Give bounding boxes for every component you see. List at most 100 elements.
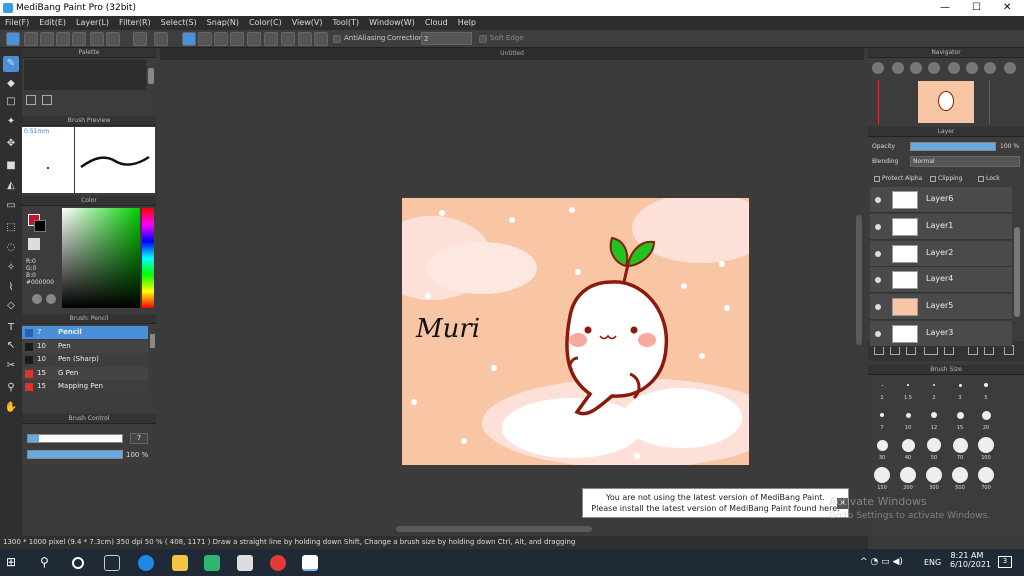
delete-color-icon[interactable] [42, 95, 52, 105]
curve-snap-icon[interactable] [281, 32, 295, 46]
brush-size-option[interactable] [927, 438, 941, 452]
transparent-swatch[interactable] [28, 238, 40, 250]
eraser-tool-icon[interactable]: ◆ [3, 76, 19, 92]
bucket-tool-icon[interactable]: ◭ [3, 178, 19, 194]
rotate-left-icon[interactable] [948, 62, 960, 74]
search-icon[interactable]: ⚲ [40, 555, 56, 571]
list-icon[interactable] [90, 32, 104, 46]
canvas-hscrollbar[interactable] [396, 526, 592, 532]
blending-select[interactable]: Normal [910, 156, 1020, 167]
zoom-reset-icon[interactable] [928, 62, 940, 74]
canvas-tab[interactable]: Untitled [160, 48, 864, 60]
maximize-button[interactable]: ☐ [972, 2, 981, 13]
language-indicator[interactable]: ENG [924, 558, 941, 567]
brush-size-option[interactable] [926, 467, 942, 483]
brush-size-option[interactable] [901, 438, 915, 452]
artwork-canvas[interactable]: Muri [402, 198, 749, 465]
radial-snap-icon[interactable] [247, 32, 261, 46]
layer-visibility-icon[interactable] [875, 197, 881, 203]
brush-size-option[interactable] [900, 467, 916, 483]
menu-filter[interactable]: Filter(R) [114, 16, 156, 30]
canvas-vscrollbar[interactable] [856, 215, 862, 345]
brush-size-option[interactable] [933, 384, 935, 386]
brush-list-item[interactable]: 7 Pencil [22, 326, 148, 339]
brush-list-scrollbar[interactable] [150, 334, 155, 348]
layer-row[interactable]: Layer4 [870, 267, 1012, 294]
brush-size-option[interactable] [981, 410, 991, 420]
zoom-out-icon[interactable] [892, 62, 904, 74]
grid-snap-icon[interactable] [214, 32, 228, 46]
saturation-value-picker[interactable] [62, 208, 140, 308]
export-icon[interactable] [106, 32, 120, 46]
layer-opacity-slider[interactable] [910, 142, 996, 151]
brush-size-option[interactable] [956, 411, 964, 419]
layer-row[interactable]: Layer2 [870, 240, 1012, 267]
rect-tool-icon[interactable]: □ [3, 94, 19, 110]
brush-size-option[interactable] [876, 439, 888, 451]
app-a-icon[interactable] [204, 555, 220, 571]
brush-list-item[interactable]: 10 Pen [22, 339, 148, 353]
magic-wand-tool-icon[interactable]: ✧ [3, 260, 19, 276]
color-history-icon[interactable] [46, 294, 56, 304]
zoom-in-icon[interactable] [872, 62, 884, 74]
layer-row[interactable]: Layer3 [870, 321, 1012, 347]
menu-cloud[interactable]: Cloud [420, 16, 453, 30]
circle-snap-icon[interactable] [264, 32, 278, 46]
palette-swatches[interactable] [24, 60, 146, 90]
brush-size-value[interactable]: 7 [130, 433, 148, 444]
store-icon[interactable] [237, 555, 253, 571]
undo-icon[interactable] [133, 32, 147, 46]
layer-row[interactable]: Layer6 [870, 187, 1012, 213]
snap-off-icon[interactable] [182, 32, 196, 46]
brush-size-option[interactable] [931, 412, 937, 418]
brush-size-slider[interactable] [27, 434, 123, 443]
brush-size-option[interactable] [978, 467, 994, 483]
clock[interactable]: 8:21 AM 6/10/2021 [950, 551, 991, 569]
cortana-icon[interactable] [72, 557, 84, 569]
hand-tool-icon[interactable]: ✋ [3, 400, 19, 416]
notification-icon[interactable]: 3 [998, 556, 1012, 568]
brush-size-option[interactable] [874, 467, 890, 483]
layer-row[interactable]: Layer1 [870, 213, 1012, 240]
brush-size-option[interactable] [978, 437, 994, 453]
palette-scrollbar[interactable] [148, 68, 154, 84]
menu-help[interactable]: Help [453, 16, 481, 30]
layer-visibility-icon[interactable] [875, 304, 881, 311]
menu-select[interactable]: Select(S) [156, 16, 202, 30]
text-tool-icon[interactable]: T [3, 320, 19, 336]
layout-icon[interactable] [56, 32, 70, 46]
minimize-button[interactable]: — [940, 2, 950, 13]
menu-file[interactable]: File(F) [0, 16, 34, 30]
clipping-checkbox[interactable] [930, 176, 936, 182]
navigator-thumbnail[interactable] [918, 81, 974, 123]
close-button[interactable]: ✕ [1003, 2, 1011, 13]
task-view-icon[interactable] [104, 555, 120, 571]
brush-size-option[interactable] [952, 437, 968, 453]
edge-icon[interactable] [138, 555, 154, 571]
brush-tool-icon[interactable]: ✎ [3, 56, 19, 72]
rotate-reset-icon[interactable] [984, 62, 996, 74]
update-notice[interactable]: You are not using the latest version of … [582, 488, 849, 518]
layer-visibility-icon[interactable] [875, 331, 881, 337]
select-pen-tool-icon[interactable]: ⌇ [3, 280, 19, 296]
menu-edit[interactable]: Edit(E) [34, 16, 71, 30]
select-tool-icon[interactable]: ⬚ [3, 220, 19, 236]
gradient-tool-icon[interactable]: ▭ [3, 198, 19, 214]
menu-layer[interactable]: Layer(L) [71, 16, 114, 30]
brush-list-item[interactable]: 15 G Pen [22, 366, 148, 380]
brush-size-option[interactable] [907, 384, 909, 386]
secondary-color-swatch[interactable] [34, 220, 46, 232]
layer-visibility-icon[interactable] [875, 223, 881, 230]
lasso-tool-icon[interactable]: ◌ [3, 240, 19, 256]
parallel-snap-icon[interactable] [198, 32, 212, 46]
tray-icons[interactable]: ^ ◔ ▭ ◀) [860, 557, 903, 567]
file-explorer-icon[interactable] [172, 555, 188, 571]
page-icon[interactable] [72, 32, 86, 46]
select-eraser-tool-icon[interactable]: ◇ [3, 298, 19, 314]
layer-visibility-icon[interactable] [875, 277, 881, 284]
hue-slider[interactable] [142, 208, 154, 308]
brush-size-option[interactable] [881, 384, 883, 386]
protect-alpha-checkbox[interactable] [874, 176, 880, 182]
antialiasing-checkbox[interactable] [333, 35, 341, 43]
brush-list-item[interactable]: 10 Pen (Sharp) [22, 353, 148, 366]
